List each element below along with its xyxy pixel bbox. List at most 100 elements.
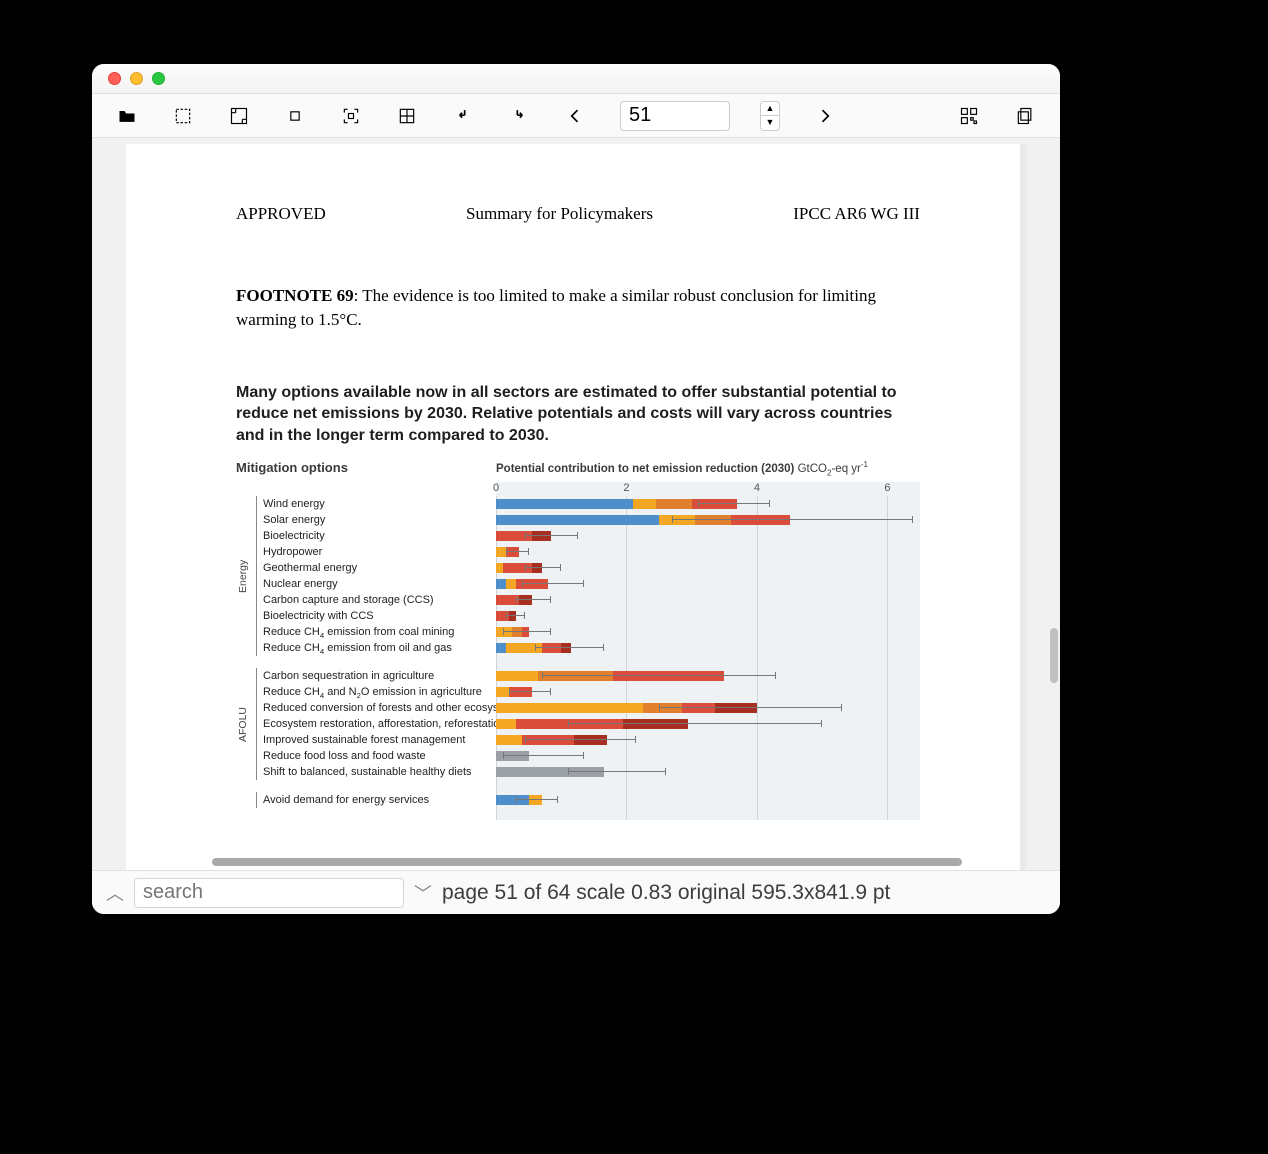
option-label: Reduce CH4 emission from oil and gas xyxy=(263,640,496,656)
doc-header-left: APPROVED xyxy=(236,204,326,224)
page-number-input[interactable] xyxy=(620,101,730,131)
bar-row xyxy=(496,764,920,780)
titlebar xyxy=(92,64,1060,94)
bar-segment xyxy=(496,735,522,745)
search-input[interactable] xyxy=(134,878,404,908)
search-prev-icon[interactable]: ︿ xyxy=(106,880,124,906)
folder-icon[interactable] xyxy=(116,105,138,127)
bar-row xyxy=(496,732,920,748)
option-label: Bioelectricity with CCS xyxy=(263,608,496,624)
vertical-scrollbar[interactable] xyxy=(1050,628,1058,683)
option-label: Shift to balanced, sustainable healthy d… xyxy=(263,764,496,780)
step-up-icon[interactable]: ▲ xyxy=(761,102,779,117)
option-label: Reduce CH4 emission from coal mining xyxy=(263,624,496,640)
bar-segment xyxy=(506,579,516,589)
bar-row xyxy=(496,792,920,808)
option-label: Reduce CH4 and N2O emission in agricultu… xyxy=(263,684,496,700)
actual-size-icon[interactable] xyxy=(284,105,306,127)
qr-icon[interactable] xyxy=(958,105,980,127)
option-label: Carbon capture and storage (CCS) xyxy=(263,592,496,608)
minimize-icon[interactable] xyxy=(130,72,143,85)
error-bar xyxy=(506,551,529,552)
chart-y-header: Mitigation options xyxy=(236,460,496,477)
bar-segment xyxy=(496,687,509,697)
option-label: Solar energy xyxy=(263,512,496,528)
footnote-label: FOOTNOTE 69 xyxy=(236,286,354,305)
bar-row xyxy=(496,560,920,576)
axis-tick: 4 xyxy=(754,482,760,494)
bar-row xyxy=(496,668,920,684)
zoom-icon[interactable] xyxy=(152,72,165,85)
error-bar xyxy=(535,647,603,648)
error-bar xyxy=(542,675,777,676)
option-label: Reduce food loss and food waste xyxy=(263,748,496,764)
bar-row xyxy=(496,700,920,716)
error-bar xyxy=(525,567,561,568)
option-label: Improved sustainable forest management xyxy=(263,732,496,748)
document-viewport[interactable]: APPROVED Summary for Policymakers IPCC A… xyxy=(92,138,1060,870)
horizontal-scrollbar[interactable] xyxy=(212,858,962,866)
bar-row xyxy=(496,640,920,656)
fit-page-icon[interactable] xyxy=(396,105,418,127)
option-label: Hydropower xyxy=(263,544,496,560)
toolbar: ▲▼ xyxy=(92,94,1060,138)
bar-row xyxy=(496,576,920,592)
search-next-icon[interactable]: ﹀ xyxy=(414,880,432,906)
error-bar xyxy=(568,771,666,772)
error-bar xyxy=(525,535,577,536)
error-bar xyxy=(568,723,822,724)
marquee-icon[interactable] xyxy=(172,105,194,127)
prev-page-icon[interactable] xyxy=(564,105,586,127)
error-bar xyxy=(503,755,585,756)
doc-header-center: Summary for Policymakers xyxy=(466,204,653,224)
page-stepper[interactable]: ▲▼ xyxy=(760,101,780,131)
bar-segment xyxy=(496,515,659,525)
axis-tick: 0 xyxy=(493,482,499,494)
bar-segment xyxy=(496,703,643,713)
error-bar xyxy=(516,599,552,600)
rotate-left-icon[interactable] xyxy=(452,105,474,127)
doc-header: APPROVED Summary for Policymakers IPCC A… xyxy=(236,204,920,224)
bar-segment xyxy=(633,499,656,509)
axis-tick: 2 xyxy=(623,482,629,494)
bar-segment xyxy=(496,719,516,729)
rotate-right-icon[interactable] xyxy=(508,105,530,127)
chart-x-header: Potential contribution to net emission r… xyxy=(496,460,920,477)
bar-segment xyxy=(496,499,633,509)
group-label: Energy xyxy=(237,496,249,656)
doc-header-right: IPCC AR6 WG III xyxy=(793,204,920,224)
bar-row xyxy=(496,608,920,624)
error-bar xyxy=(659,707,842,708)
error-bar xyxy=(506,615,526,616)
error-bar xyxy=(509,691,551,692)
fit-corners-icon[interactable] xyxy=(340,105,362,127)
error-bar xyxy=(516,799,558,800)
option-label: Carbon sequestration in agriculture xyxy=(263,668,496,684)
group-label: AFOLU xyxy=(237,668,249,780)
bar-segment xyxy=(496,547,506,557)
option-label: Nuclear energy xyxy=(263,576,496,592)
bar-row xyxy=(496,592,920,608)
bar-segment xyxy=(496,643,506,653)
close-icon[interactable] xyxy=(108,72,121,85)
bar-row xyxy=(496,496,920,512)
bar-row xyxy=(496,512,920,528)
bar-segment xyxy=(656,499,692,509)
option-label: Bioelectricity xyxy=(263,528,496,544)
copy-icon[interactable] xyxy=(1014,105,1036,127)
fit-in-icon[interactable] xyxy=(228,105,250,127)
status-text: page 51 of 64 scale 0.83 original 595.3x… xyxy=(442,881,890,905)
next-page-icon[interactable] xyxy=(814,105,836,127)
axis-tick: 6 xyxy=(884,482,890,494)
chart-headline: Many options available now in all sector… xyxy=(236,382,920,447)
option-label: Ecosystem restoration, afforestation, re… xyxy=(263,716,496,732)
bar-row xyxy=(496,544,920,560)
bar-row xyxy=(496,716,920,732)
option-label: Wind energy xyxy=(263,496,496,512)
bar-row xyxy=(496,528,920,544)
step-down-icon[interactable]: ▼ xyxy=(761,116,779,130)
error-bar xyxy=(522,583,584,584)
statusbar: ︿ ﹀ page 51 of 64 scale 0.83 original 59… xyxy=(92,870,1060,914)
option-label: Avoid demand for energy services xyxy=(263,792,496,808)
footnote: FOOTNOTE 69: The evidence is too limited… xyxy=(236,284,920,332)
